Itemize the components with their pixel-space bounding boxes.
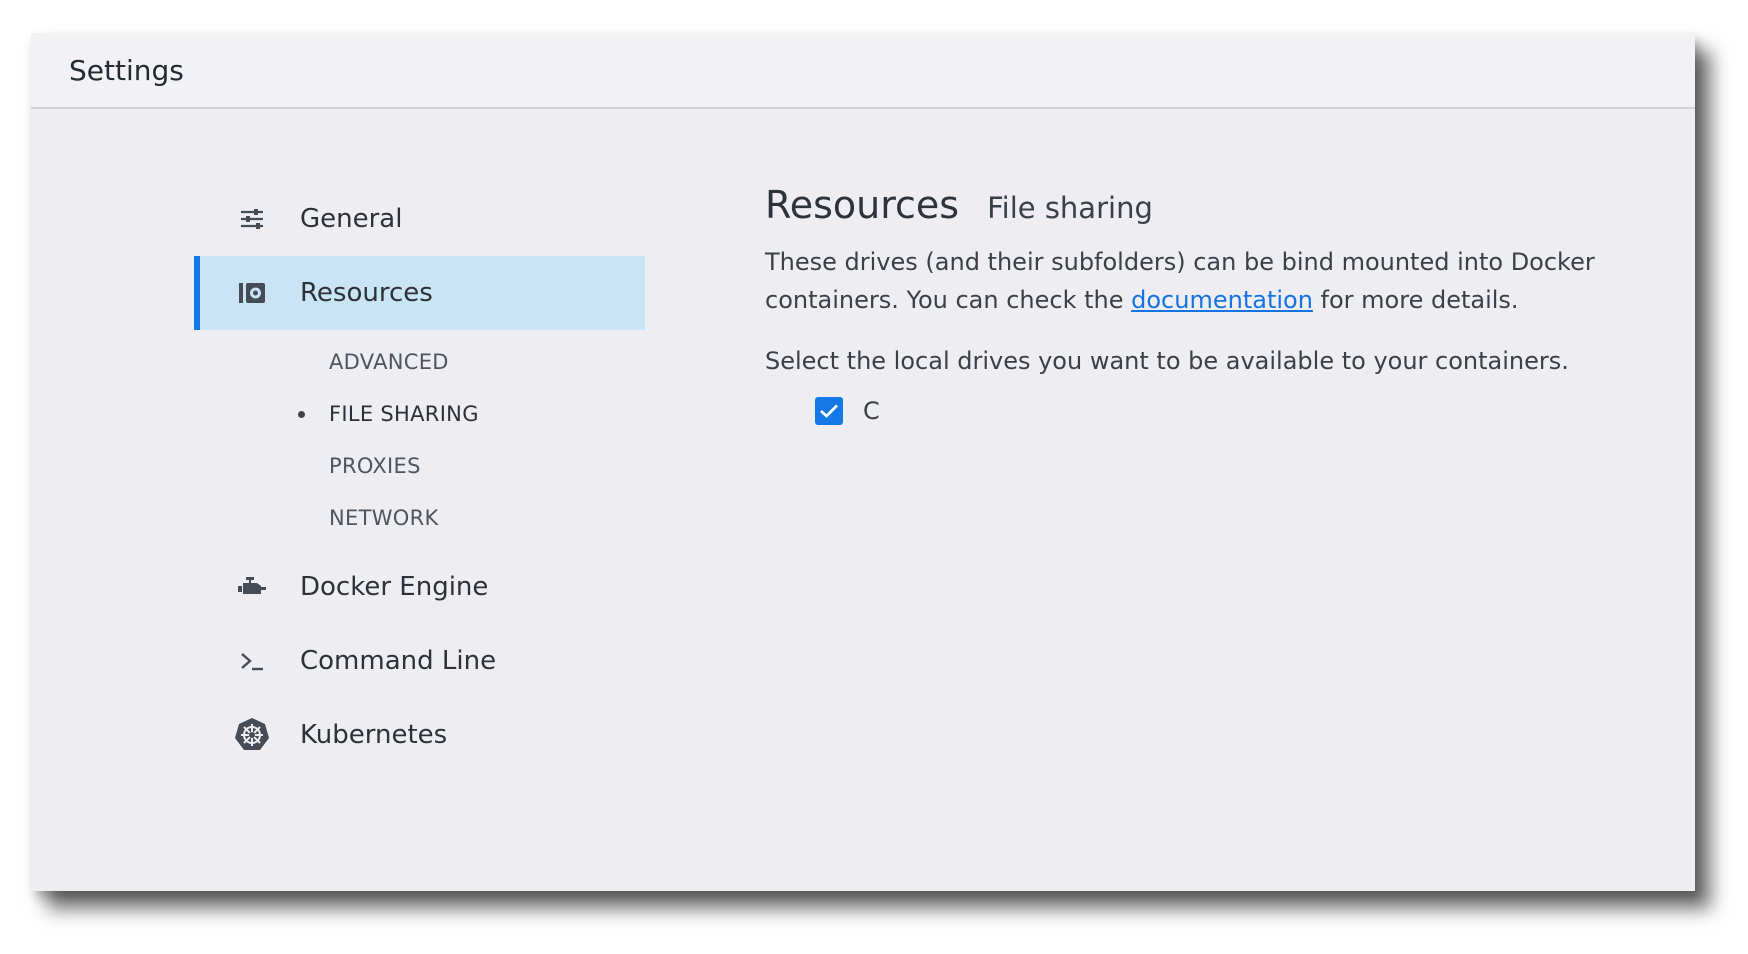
select-drives-text: Select the local drives you want to be a…: [765, 347, 1569, 375]
page-heading: Resources File sharing: [765, 183, 1625, 227]
kubernetes-icon: [234, 717, 270, 753]
page-title: Resources: [765, 183, 960, 227]
checkmark-icon: [820, 404, 838, 418]
sidebar-item-kubernetes[interactable]: Kubernetes: [194, 698, 645, 772]
sidebar-item-command-line[interactable]: Command Line: [194, 624, 645, 698]
window-title: Settings: [69, 53, 184, 87]
subnav-item-label: PROXIES: [329, 454, 421, 478]
engine-icon: [234, 569, 270, 605]
subnav-item-label: NETWORK: [329, 506, 439, 530]
sidebar-item-docker-engine[interactable]: Docker Engine: [194, 550, 645, 624]
subnav-item-advanced[interactable]: ADVANCED: [194, 336, 645, 388]
selected-dot-icon: [298, 411, 305, 418]
settings-window: Settings General Resources ADVANCED FILE…: [31, 33, 1695, 891]
documentation-link[interactable]: documentation: [1131, 286, 1313, 314]
drive-row-c: C: [815, 397, 1625, 425]
title-bar: Settings: [31, 33, 1695, 109]
subnav-item-proxies[interactable]: PROXIES: [194, 440, 645, 492]
drive-label: C: [863, 397, 880, 425]
sidebar: General Resources ADVANCED FILE SHARING: [194, 182, 645, 772]
resources-subnav: ADVANCED FILE SHARING PROXIES NETWORK: [194, 330, 645, 550]
sidebar-item-general[interactable]: General: [194, 182, 645, 256]
sidebar-item-label: General: [300, 204, 403, 234]
sidebar-item-label: Resources: [300, 278, 433, 308]
subnav-item-label: FILE SHARING: [329, 402, 479, 426]
page-subtitle: File sharing: [987, 191, 1153, 225]
description: These drives (and their subfolders) can …: [765, 243, 1625, 319]
subnav-item-file-sharing[interactable]: FILE SHARING: [194, 388, 645, 440]
sidebar-item-label: Kubernetes: [300, 720, 448, 750]
description-text-end: for more details.: [1312, 286, 1519, 314]
main-content: Resources File sharing These drives (and…: [765, 183, 1625, 425]
drive-checkbox[interactable]: [815, 397, 843, 425]
terminal-icon: [234, 643, 270, 679]
sidebar-item-resources[interactable]: Resources: [194, 256, 645, 330]
sidebar-item-label: Command Line: [300, 646, 497, 676]
subnav-item-label: ADVANCED: [329, 350, 449, 374]
disk-icon: [234, 275, 270, 311]
subnav-item-network[interactable]: NETWORK: [194, 492, 645, 544]
sliders-icon: [234, 201, 270, 237]
sidebar-item-label: Docker Engine: [300, 572, 489, 602]
